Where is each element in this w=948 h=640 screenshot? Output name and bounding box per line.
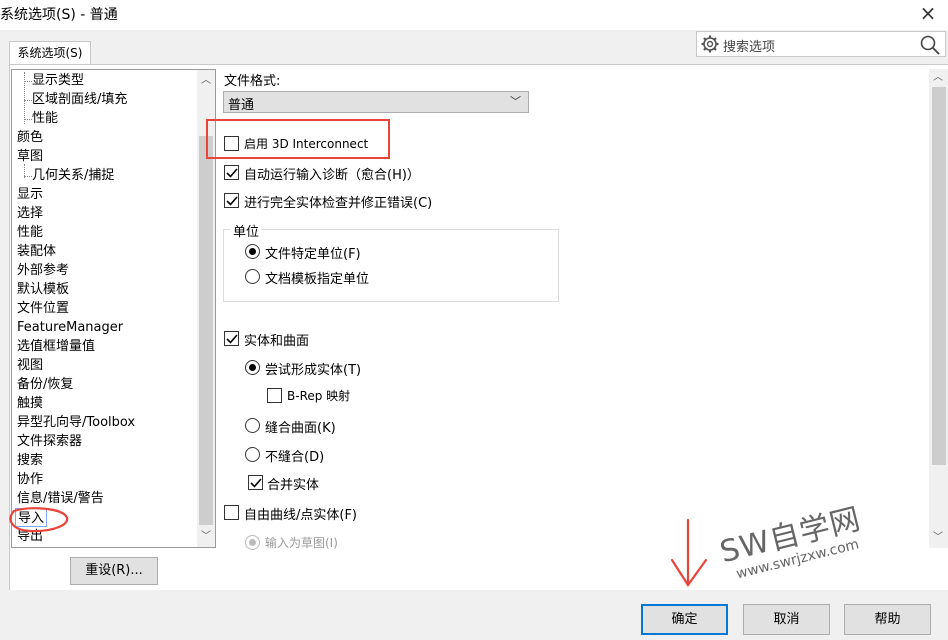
- tree-item-messages-errors-warnings[interactable]: 信息/错误/警告: [17, 489, 104, 508]
- tree-item-export[interactable]: 导出: [17, 527, 43, 546]
- tree-item-relations-snaps[interactable]: 几何关系/捕捉: [32, 166, 114, 185]
- file-format-label: 文件格式:: [224, 74, 281, 89]
- free-curves-label: 自由曲线/点实体(F): [244, 508, 358, 523]
- import-as-sketch-radio: [245, 535, 260, 550]
- tree-item-colors[interactable]: 颜色: [17, 128, 43, 147]
- scroll-down-icon[interactable]: ﹀: [197, 528, 215, 546]
- reset-button[interactable]: 重设(R)...: [70, 557, 158, 585]
- tree-guide-line: [24, 81, 32, 82]
- tree-item-section-fill[interactable]: 区域剖面线/填充: [32, 90, 127, 109]
- solid-and-surface-label: 实体和曲面: [244, 334, 310, 349]
- title-bar: 系统选项(S) - 普通 ×: [0, 0, 948, 30]
- unit-template-radio[interactable]: [245, 269, 260, 284]
- tree-guide-line: [24, 100, 32, 101]
- unit-file-specific-label: 文件特定单位(F): [265, 247, 361, 262]
- check-icon: [226, 334, 238, 344]
- auto-diagnose-checkbox[interactable]: [224, 165, 239, 180]
- options-scroll-thumb[interactable]: [932, 87, 946, 465]
- ok-button[interactable]: 确定: [641, 604, 728, 635]
- file-format-value: 普通: [228, 98, 255, 113]
- search-input[interactable]: 搜索选项: [723, 36, 775, 55]
- scroll-down-icon[interactable]: ﹀: [929, 529, 947, 547]
- tree-item-view[interactable]: 视图: [17, 356, 43, 375]
- no-knit-radio[interactable]: [245, 447, 260, 462]
- check-icon: [226, 168, 238, 178]
- tree-item-touch[interactable]: 触摸: [17, 394, 43, 413]
- unit-template-label: 文档模板指定单位: [265, 272, 370, 287]
- cancel-button[interactable]: 取消: [743, 604, 830, 635]
- merge-entities-checkbox[interactable]: [248, 475, 263, 490]
- help-button[interactable]: 帮助: [844, 604, 931, 635]
- check-icon: [226, 196, 238, 206]
- tab-system-options[interactable]: 系统选项(S): [9, 41, 91, 65]
- tree-item-featuremanager[interactable]: FeatureManager: [17, 318, 123, 337]
- tree-guide-line: [24, 72, 25, 124]
- knit-surfaces-radio[interactable]: [245, 418, 260, 433]
- tree-item-performance[interactable]: 性能: [17, 223, 43, 242]
- tree-guide-line: [24, 119, 32, 120]
- brep-mapping-checkbox[interactable]: [267, 388, 282, 403]
- tree-item-file-explorer[interactable]: 文件探索器: [17, 432, 82, 451]
- tree-item-search[interactable]: 搜索: [17, 451, 43, 470]
- auto-diagnose-label: 自动运行输入诊断（愈合(H)）: [244, 168, 420, 183]
- tree-item-collaboration[interactable]: 协作: [17, 470, 43, 489]
- tree-item-import[interactable]: 导入: [15, 508, 48, 527]
- brep-mapping-label: B-Rep 映射: [287, 389, 351, 403]
- annotation-highlight-box: [206, 119, 390, 159]
- units-group-title: 单位: [230, 221, 263, 240]
- tree-item-selection[interactable]: 选择: [17, 204, 43, 223]
- tree-item-display-type[interactable]: 显示类型: [32, 71, 84, 90]
- tree-item-sketch[interactable]: 草图: [17, 147, 43, 166]
- tree-scroll-thumb[interactable]: [199, 136, 213, 525]
- tree-item-backup-recover[interactable]: 备份/恢复: [17, 375, 73, 394]
- options-scrollbar[interactable]: ︿ ﹀: [929, 69, 948, 548]
- scroll-up-icon[interactable]: ︿: [197, 72, 215, 90]
- search-icon[interactable]: [919, 34, 941, 56]
- gear-icon: [701, 35, 719, 53]
- tree-item-performance-sub[interactable]: 性能: [32, 109, 58, 128]
- tree-item-assemblies[interactable]: 装配体: [17, 242, 56, 261]
- chevron-down-icon: ﹀: [510, 95, 521, 108]
- full-check-checkbox[interactable]: [224, 193, 239, 208]
- solid-and-surface-checkbox[interactable]: [224, 331, 239, 346]
- try-form-solid-label: 尝试形成实体(T): [265, 363, 362, 378]
- search-box[interactable]: 搜索选项: [696, 31, 946, 57]
- tree-item-file-locations[interactable]: 文件位置: [17, 299, 69, 318]
- units-group: [223, 229, 559, 302]
- no-knit-label: 不缝合(D): [265, 450, 325, 465]
- tree-item-hole-wizard-toolbox[interactable]: 异型孔向导/Toolbox: [17, 413, 135, 432]
- tree-guide-line: [24, 176, 32, 177]
- free-curves-checkbox[interactable]: [224, 505, 239, 520]
- knit-surfaces-label: 缝合曲面(K): [265, 421, 336, 436]
- full-check-label: 进行完全实体检查并修正错误(C): [244, 196, 433, 211]
- unit-file-specific-radio[interactable]: [245, 244, 260, 259]
- options-tree[interactable]: 显示类型 区域剖面线/填充 性能 颜色 草图 几何关系/捕捉 显示 选择 性能 …: [11, 69, 216, 548]
- window-title: 系统选项(S) - 普通: [0, 7, 118, 23]
- merge-entities-label: 合并实体: [267, 478, 320, 493]
- scroll-up-icon[interactable]: ︿: [929, 69, 947, 87]
- try-form-solid-radio[interactable]: [245, 360, 260, 375]
- tree-item-spin-box-increments[interactable]: 选值框增量值: [17, 337, 95, 356]
- check-icon: [250, 478, 262, 488]
- tree-item-default-templates[interactable]: 默认模板: [17, 280, 69, 299]
- import-as-sketch-label: 输入为草图(I): [265, 536, 338, 550]
- tree-item-display[interactable]: 显示: [17, 185, 43, 204]
- tree-item-external-references[interactable]: 外部参考: [17, 261, 69, 280]
- close-icon[interactable]: ×: [916, 2, 940, 26]
- file-format-select[interactable]: 普通 ﹀: [223, 91, 529, 113]
